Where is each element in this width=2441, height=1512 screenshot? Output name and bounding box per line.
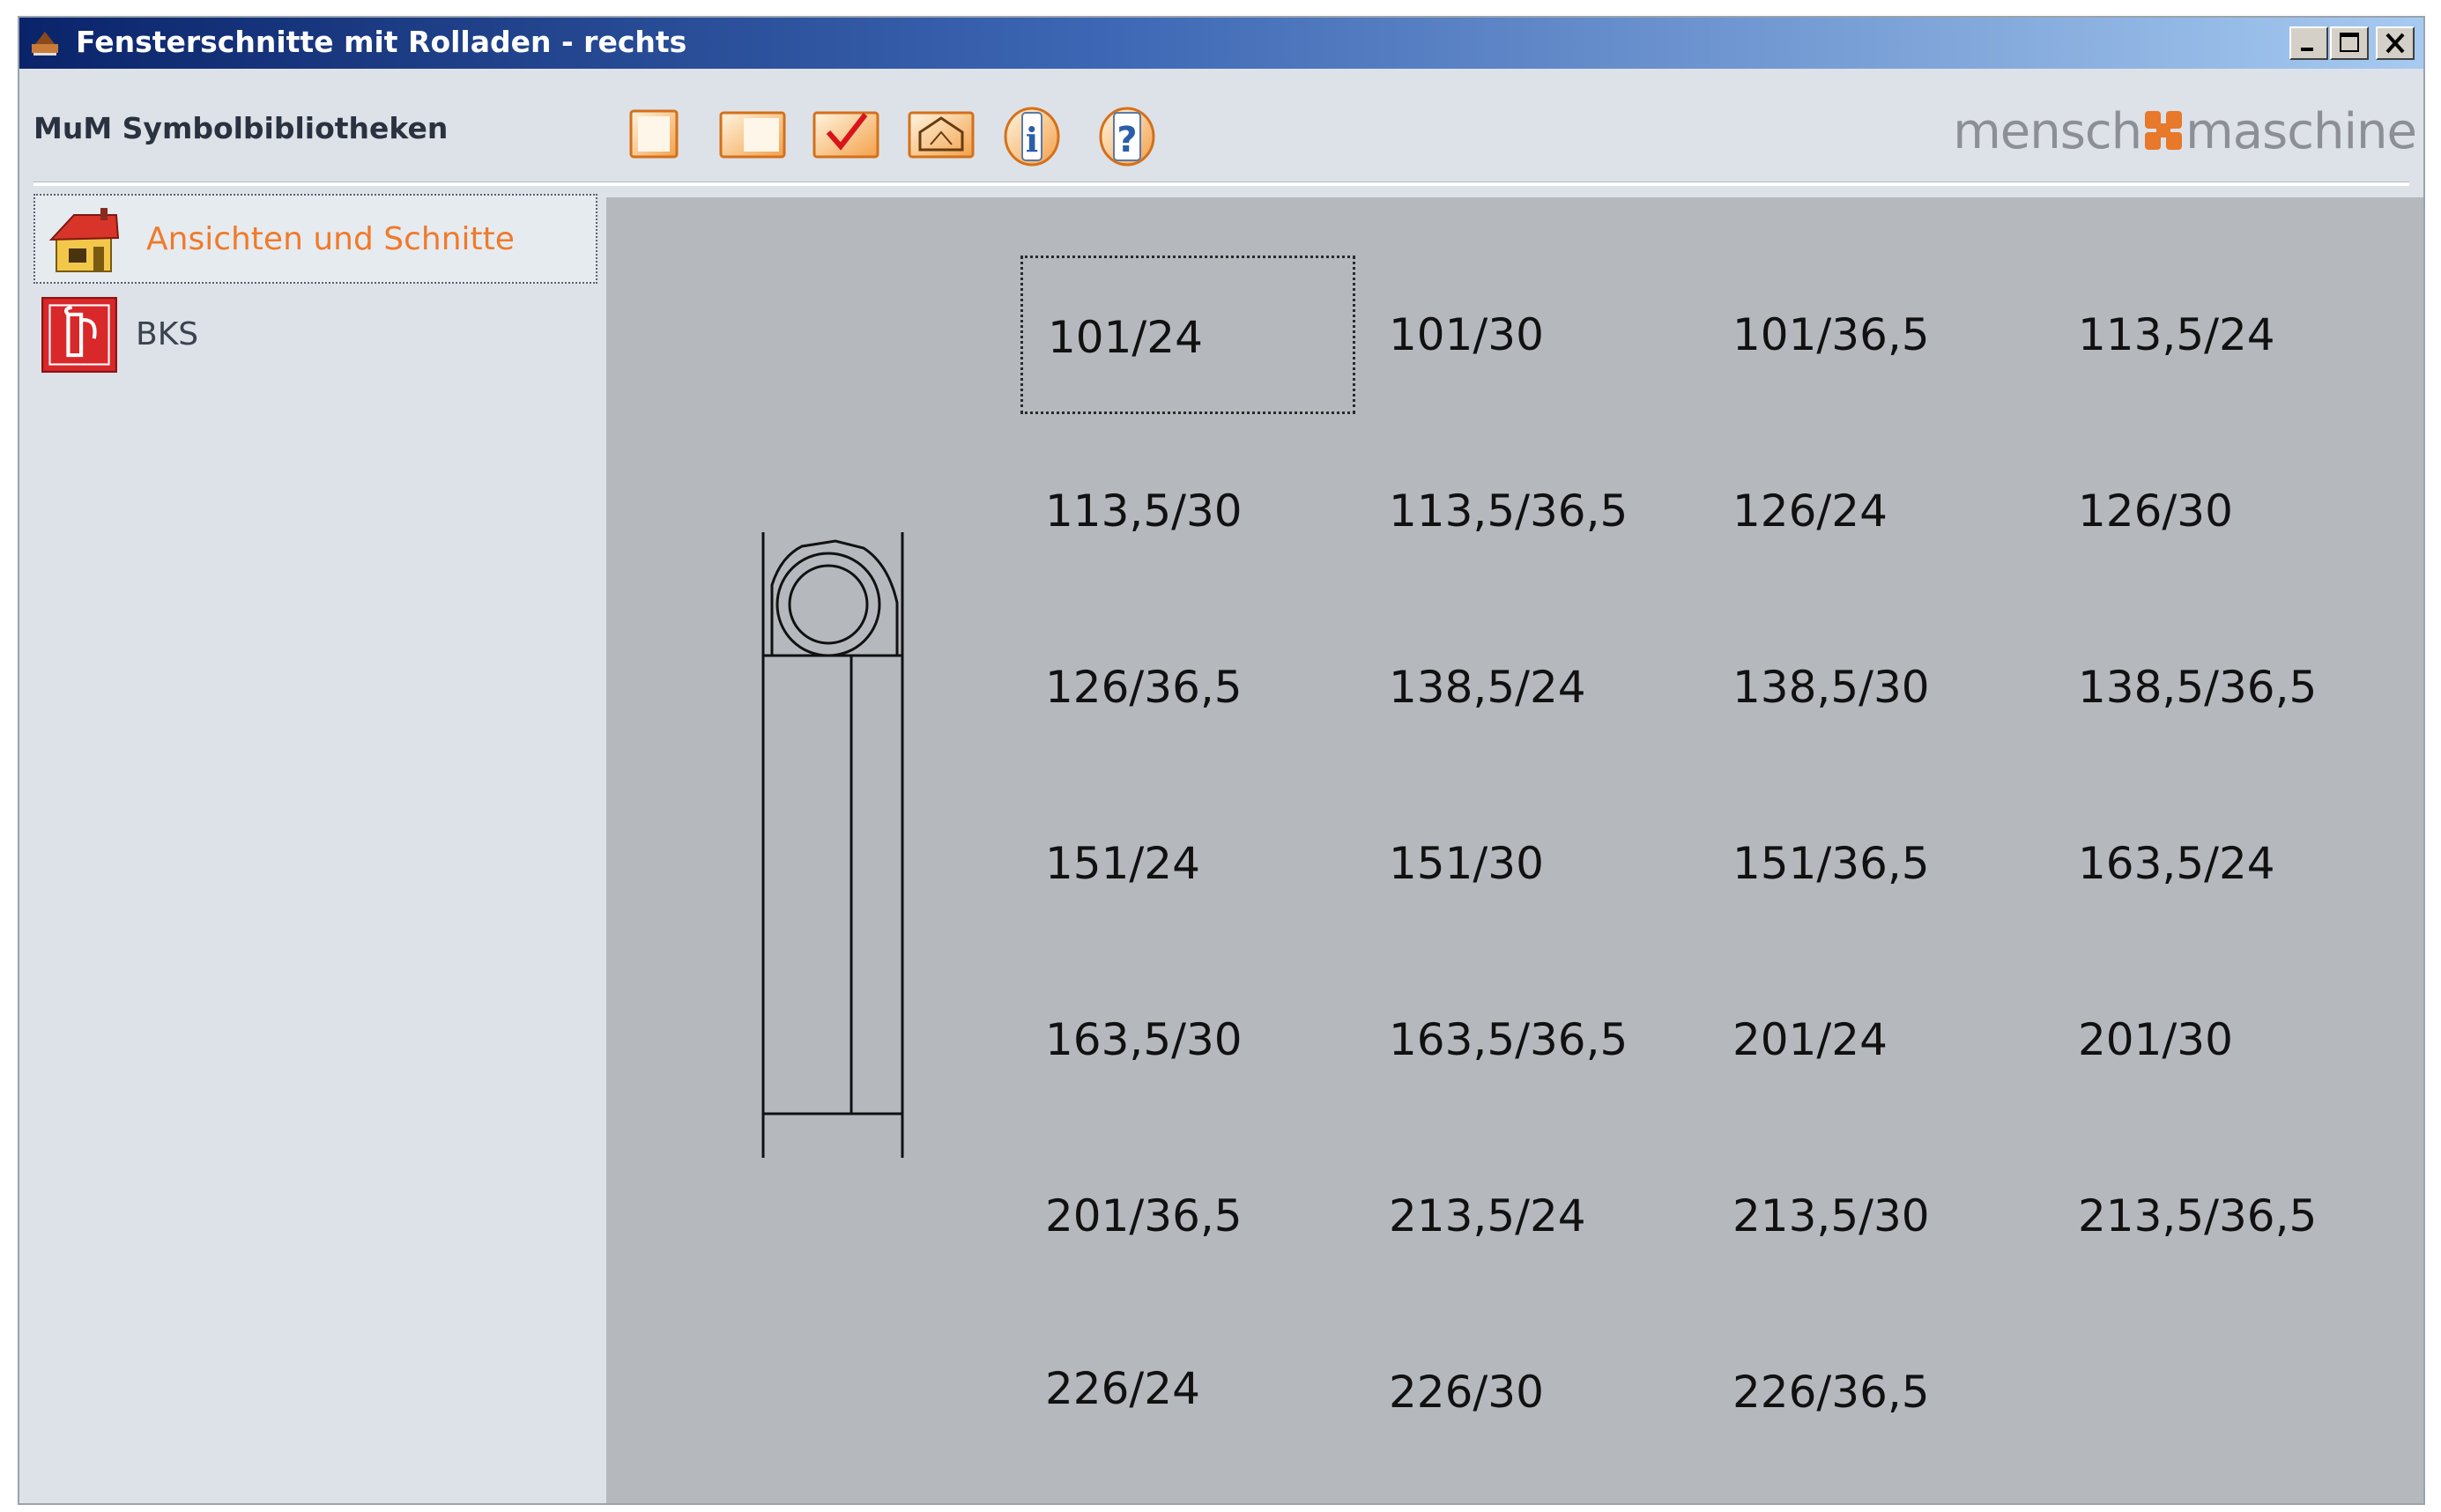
symbol-label: 101/36,5: [1732, 309, 1930, 360]
split-panel-button[interactable]: [717, 106, 788, 164]
symbol-label: 113,5/36,5: [1389, 485, 1629, 537]
symbol-item[interactable]: 213,5/24: [1364, 1137, 1699, 1295]
sidebar-item-bks[interactable]: BKS: [33, 291, 597, 381]
sidebar-item-label: Ansichten und Schnitte: [146, 221, 515, 257]
house-icon: [48, 208, 120, 272]
symbol-label: 101/24: [1048, 312, 1203, 363]
symbol-label: 213,5/36,5: [2078, 1190, 2318, 1241]
symbol-label: 201/24: [1732, 1014, 1888, 1065]
symbol-item[interactable]: 138,5/30: [1708, 608, 2043, 767]
symbol-item[interactable]: 226/36,5: [1708, 1313, 2043, 1471]
app-icon: [32, 32, 58, 56]
toolbar-divider: [33, 182, 2409, 186]
checkmark-button[interactable]: [811, 106, 881, 164]
symbol-label: 138,5/30: [1732, 662, 1930, 713]
symbol-content-area: 101/24 101/30 101/36,5 113,5/24 113,5/30…: [606, 197, 2423, 1503]
symbol-label: 101/30: [1389, 309, 1544, 360]
symbol-label: 138,5/36,5: [2078, 662, 2318, 713]
roller-shutter-section-preview: [761, 532, 904, 1158]
symbol-label: 113,5/30: [1045, 485, 1243, 537]
sidebar-item-label: BKS: [136, 316, 199, 352]
symbol-item[interactable]: 163,5/24: [2053, 784, 2388, 943]
symbol-label: 163,5/36,5: [1389, 1014, 1629, 1065]
symbol-label: 201/30: [2078, 1014, 2233, 1065]
brand-text-right: maschine: [2185, 103, 2417, 160]
symbol-item[interactable]: 151/24: [1020, 784, 1355, 943]
symbol-item[interactable]: 126/36,5: [1020, 608, 1355, 767]
brand-logo: mensch maschine: [1953, 103, 2417, 160]
symbol-item[interactable]: 151/30: [1364, 784, 1699, 943]
symbol-label: 226/30: [1389, 1367, 1544, 1418]
symbol-item[interactable]: 101/24: [1020, 256, 1355, 414]
sidebar-item-ansichten[interactable]: Ansichten und Schnitte: [33, 194, 597, 284]
roof-shape-button[interactable]: [906, 106, 976, 164]
symbol-label: 151/30: [1389, 838, 1544, 889]
close-button[interactable]: [2376, 26, 2415, 60]
symbol-label: 213,5/24: [1389, 1190, 1586, 1241]
symbol-label: 126/30: [2078, 485, 2233, 537]
toolbar-label: MuM Symbolbibliotheken: [33, 111, 449, 145]
brand-text-left: mensch: [1953, 103, 2142, 160]
symbol-label: 126/36,5: [1045, 662, 1243, 713]
symbol-item[interactable]: 113,5/24: [2053, 256, 2388, 414]
symbol-item[interactable]: 138,5/24: [1364, 608, 1699, 767]
symbol-label: 201/36,5: [1045, 1190, 1243, 1241]
minimize-icon: [2301, 48, 2313, 51]
info-icon: i: [1026, 120, 1038, 159]
symbol-item[interactable]: 163,5/30: [1020, 960, 1355, 1119]
maximize-icon: [2340, 33, 2359, 52]
symbol-label: 226/24: [1045, 1363, 1200, 1414]
fire-extinguisher-sign-icon: [41, 297, 117, 373]
symbol-item[interactable]: 101/36,5: [1708, 256, 2043, 414]
symbol-item[interactable]: 226/30: [1364, 1313, 1699, 1471]
blank-page-icon: [638, 116, 670, 152]
maximize-button[interactable]: [2330, 26, 2369, 60]
symbol-item[interactable]: 226/24: [1020, 1309, 1355, 1468]
title-bar[interactable]: Fensterschnitte mit Rolladen - rechts: [19, 18, 2423, 69]
minimize-button[interactable]: [2289, 26, 2328, 60]
symbol-label: 151/36,5: [1732, 838, 1930, 889]
symbol-label: 213,5/30: [1732, 1190, 1930, 1241]
symbol-item[interactable]: 201/30: [2053, 960, 2388, 1119]
symbol-item[interactable]: 138,5/36,5: [2053, 608, 2388, 767]
symbol-item[interactable]: 163,5/36,5: [1364, 960, 1699, 1119]
symbol-item[interactable]: 101/30: [1364, 256, 1699, 414]
info-button[interactable]: i: [1001, 106, 1063, 167]
symbol-label: 163,5/30: [1045, 1014, 1243, 1065]
symbol-label: 163,5/24: [2078, 838, 2275, 889]
symbol-item[interactable]: 126/24: [1708, 432, 2043, 590]
symbol-item[interactable]: 201/36,5: [1020, 1137, 1355, 1295]
library-sidebar: Ansichten und Schnitte BKS: [33, 194, 608, 1498]
symbol-item[interactable]: 113,5/36,5: [1364, 432, 1699, 590]
window-title: Fensterschnitte mit Rolladen - rechts: [76, 25, 687, 59]
symbol-item[interactable]: 213,5/30: [1708, 1137, 2043, 1295]
symbol-item[interactable]: 213,5/36,5: [2053, 1137, 2388, 1295]
help-icon: ?: [1117, 120, 1137, 160]
symbol-label: 138,5/24: [1389, 662, 1586, 713]
application-window: Fensterschnitte mit Rolladen - rechts Mu…: [18, 16, 2425, 1505]
help-button[interactable]: ?: [1096, 106, 1158, 167]
brand-cross-icon: [2145, 111, 2183, 150]
symbol-item[interactable]: 151/36,5: [1708, 784, 2043, 943]
symbol-label: 151/24: [1045, 838, 1200, 889]
symbol-item[interactable]: 201/24: [1708, 960, 2043, 1119]
symbol-label: 126/24: [1732, 485, 1888, 537]
symbol-label: 226/36,5: [1732, 1367, 1930, 1418]
split-panel-icon: [744, 118, 779, 152]
symbol-item[interactable]: 126/30: [2053, 432, 2388, 590]
close-icon: [2385, 33, 2405, 54]
symbol-item[interactable]: 113,5/30: [1020, 432, 1355, 590]
symbol-label: 113,5/24: [2078, 309, 2275, 360]
blank-page-button[interactable]: [627, 106, 680, 164]
